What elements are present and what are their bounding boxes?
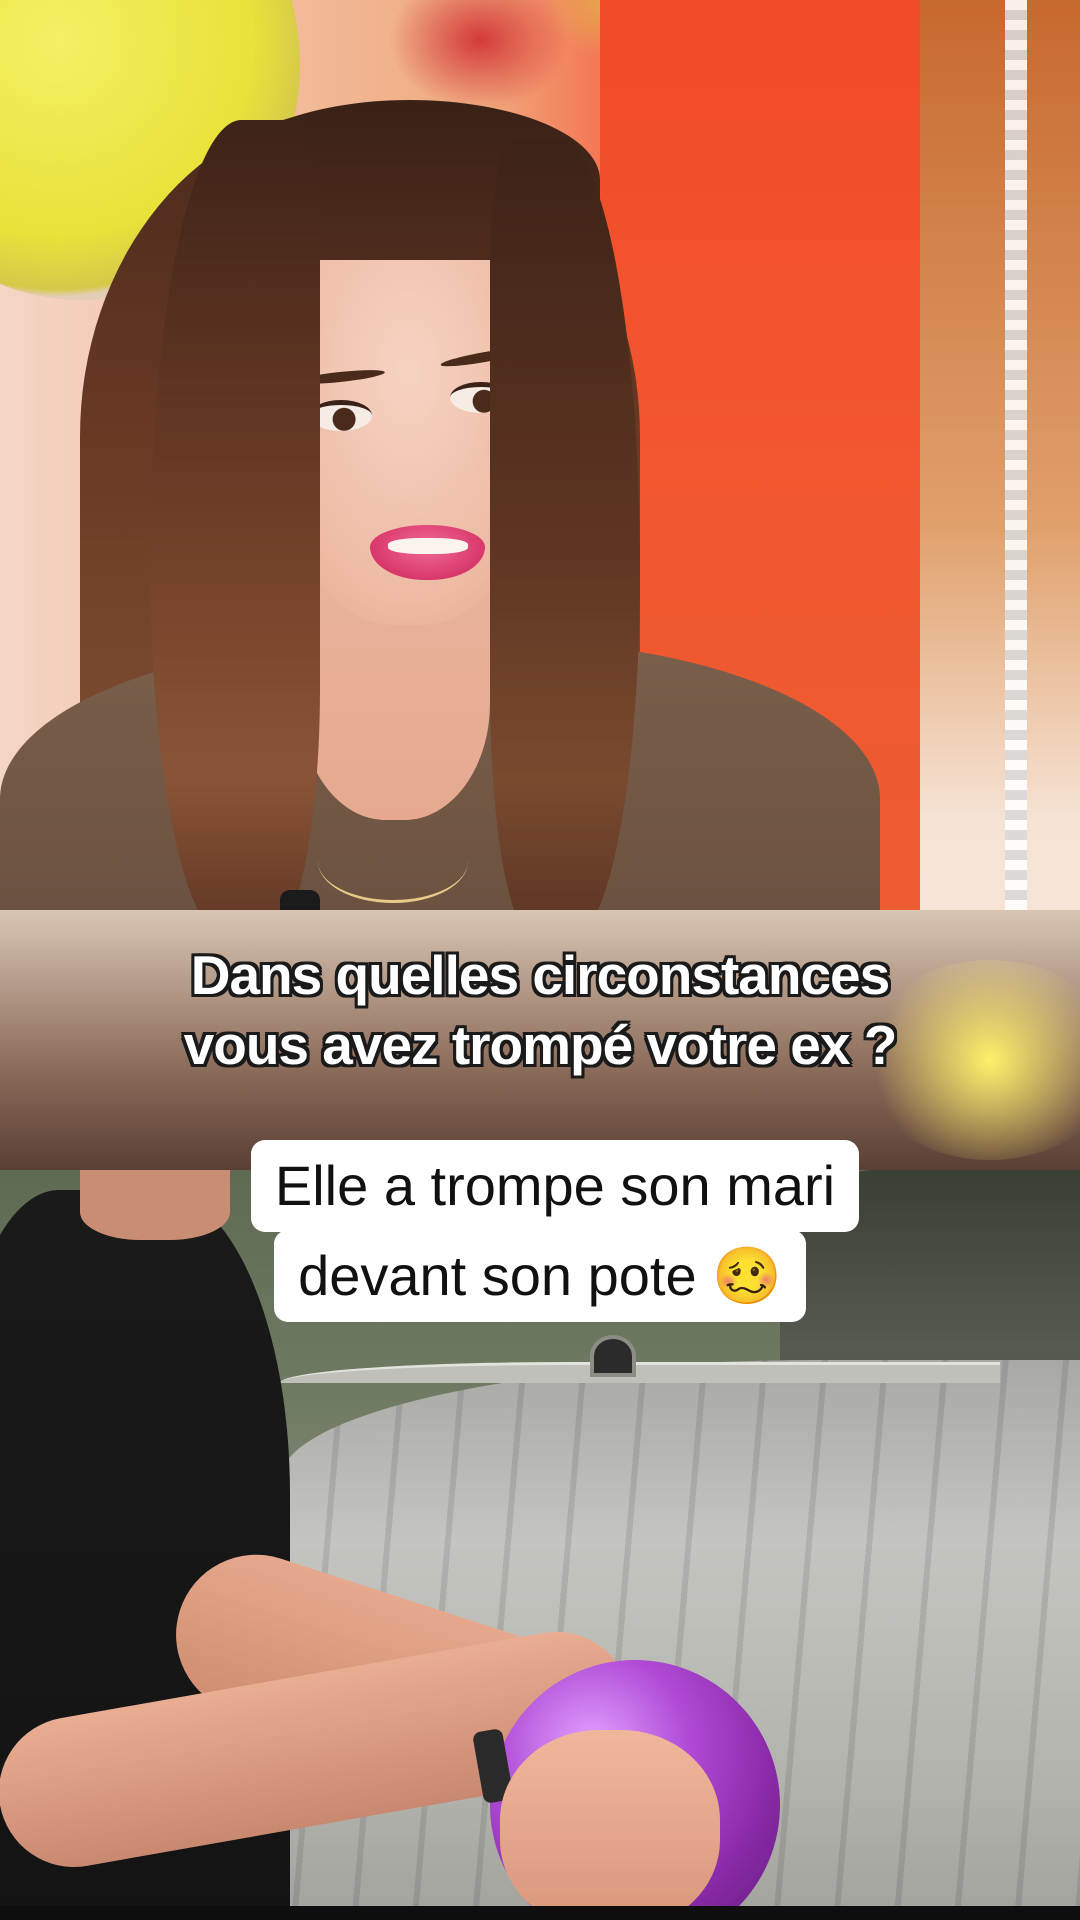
teeth	[388, 538, 468, 554]
tv-subtitle: Dans quelles circonstances vous avez tro…	[0, 940, 1080, 1080]
caption-line2: devant son pote 🥴	[274, 1230, 806, 1322]
bottom-edge-bar	[0, 1906, 1080, 1920]
necklace	[318, 820, 468, 903]
tv-subtitle-line1: Dans quelles circonstances	[190, 944, 890, 1006]
tunnel-opening	[590, 1335, 636, 1377]
top-video-clip: Dans quelles circonstances vous avez tro…	[0, 0, 1080, 1170]
caption-line1: Elle a trompe son mari	[250, 1140, 860, 1232]
video-frame[interactable]: Dans quelles circonstances vous avez tro…	[0, 0, 1080, 1920]
tv-subtitle-line2: vous avez trompé votre ex ?	[183, 1014, 898, 1076]
caption-overlay: Elle a trompe son mari devant son pote 🥴	[0, 1140, 1080, 1322]
hair-front-right	[490, 140, 640, 940]
man-hand	[500, 1730, 720, 1920]
dam-crest	[280, 1362, 1000, 1383]
